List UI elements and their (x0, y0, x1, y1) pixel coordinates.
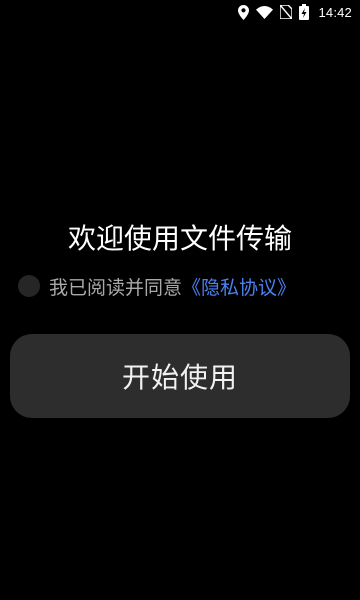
wifi-icon (256, 5, 274, 19)
privacy-policy-link[interactable]: 《隐私协议》 (182, 273, 296, 300)
agreement-radio[interactable] (18, 275, 40, 297)
agreement-row: 我已阅读并同意 《隐私协议》 (18, 270, 296, 302)
status-icons: 14:42 (238, 3, 352, 21)
battery-charging-icon (299, 4, 310, 20)
status-time: 14:42 (318, 4, 352, 20)
agreement-text: 我已阅读并同意 (49, 276, 183, 299)
status-bar: 14:42 (0, 0, 360, 24)
location-icon (238, 4, 250, 20)
start-button[interactable]: 开始使用 (10, 334, 350, 418)
start-button-label: 开始使用 (121, 361, 238, 394)
welcome-title: 欢迎使用文件传输 (67, 222, 292, 255)
sim-off-icon (280, 5, 293, 19)
